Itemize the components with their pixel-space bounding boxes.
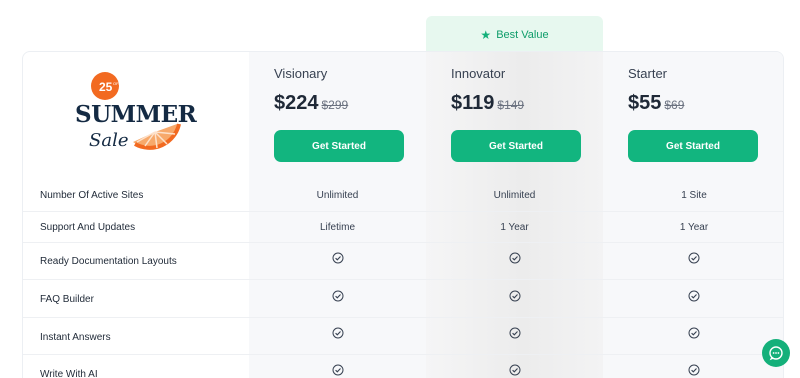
check-icon xyxy=(249,290,426,305)
check-icon xyxy=(426,290,603,305)
feature-label: Number Of Active Sites xyxy=(40,190,144,201)
check-icon xyxy=(426,327,603,342)
plan-price: $119 $149 xyxy=(451,92,524,115)
plan-price: $55 $69 xyxy=(628,92,684,115)
check-icon xyxy=(426,252,603,267)
feature-value: Unlimited xyxy=(493,190,536,201)
check-icon xyxy=(426,364,603,378)
feature-label: Instant Answers xyxy=(40,332,111,343)
best-value-label: Best Value xyxy=(496,29,549,41)
svg-text:SUMMER: SUMMER xyxy=(75,101,198,128)
old-price: $299 xyxy=(321,98,349,112)
old-price: $69 xyxy=(664,98,685,112)
feature-value: 1 Year xyxy=(679,222,709,233)
get-started-button-innovator[interactable]: Get Started xyxy=(451,130,581,162)
plan-starter: Starter $55 $69 Get Started xyxy=(603,52,783,182)
feature-row: Write With AI xyxy=(23,354,783,378)
old-price: $149 xyxy=(497,98,525,112)
plan-name: Innovator xyxy=(451,66,506,81)
check-icon xyxy=(249,327,426,342)
feature-value: 1 Site xyxy=(681,190,707,201)
star-icon: ★ xyxy=(480,28,492,42)
feature-label: FAQ Builder xyxy=(40,294,94,305)
svg-text:25: 25 xyxy=(99,80,113,94)
feature-row: FAQ Builder xyxy=(23,279,783,317)
pricing-table: 25 OFF SUMMER Sale Visionary $224 $299 Ge… xyxy=(22,51,784,378)
feature-value: 1 Year xyxy=(500,222,529,233)
current-price: $119 xyxy=(451,92,495,114)
plan-innovator: Innovator $119 $149 Get Started xyxy=(426,52,603,182)
feature-row: Support And Updates Lifetime 1 Year 1 Ye… xyxy=(23,211,783,242)
get-started-button-starter[interactable]: Get Started xyxy=(628,130,758,162)
feature-label: Write With AI xyxy=(40,369,98,378)
plan-name: Visionary xyxy=(274,66,328,81)
check-icon xyxy=(249,364,426,378)
feature-row: Instant Answers xyxy=(23,317,783,354)
check-icon xyxy=(249,252,426,267)
plan-name: Starter xyxy=(628,66,668,81)
feature-label: Support And Updates xyxy=(40,222,136,233)
feature-value: Lifetime xyxy=(319,222,355,233)
check-icon xyxy=(603,364,783,378)
svg-text:OFF: OFF xyxy=(113,81,122,86)
get-started-button-visionary[interactable]: Get Started xyxy=(274,130,404,162)
chat-bubble-button[interactable] xyxy=(762,339,790,367)
plan-visionary: Visionary $224 $299 Get Started xyxy=(249,52,426,182)
feature-row: Number Of Active Sites Unlimited Unlimit… xyxy=(23,180,783,211)
svg-text:Sale: Sale xyxy=(89,130,128,151)
check-icon xyxy=(603,252,783,267)
best-value-badge: ★ Best Value xyxy=(426,16,603,54)
discount-burst-icon: 25 OFF xyxy=(91,72,122,100)
current-price: $55 xyxy=(628,92,662,114)
summer-sale-logo: 25 OFF SUMMER Sale xyxy=(75,72,198,151)
current-price: $224 xyxy=(274,92,319,114)
feature-value: Unlimited xyxy=(316,190,359,201)
feature-label: Ready Documentation Layouts xyxy=(40,256,177,267)
check-icon xyxy=(603,327,783,342)
check-icon xyxy=(603,290,783,305)
plan-price: $224 $299 xyxy=(274,92,348,115)
feature-row: Ready Documentation Layouts xyxy=(23,242,783,279)
chat-bubble-icon xyxy=(769,346,783,361)
